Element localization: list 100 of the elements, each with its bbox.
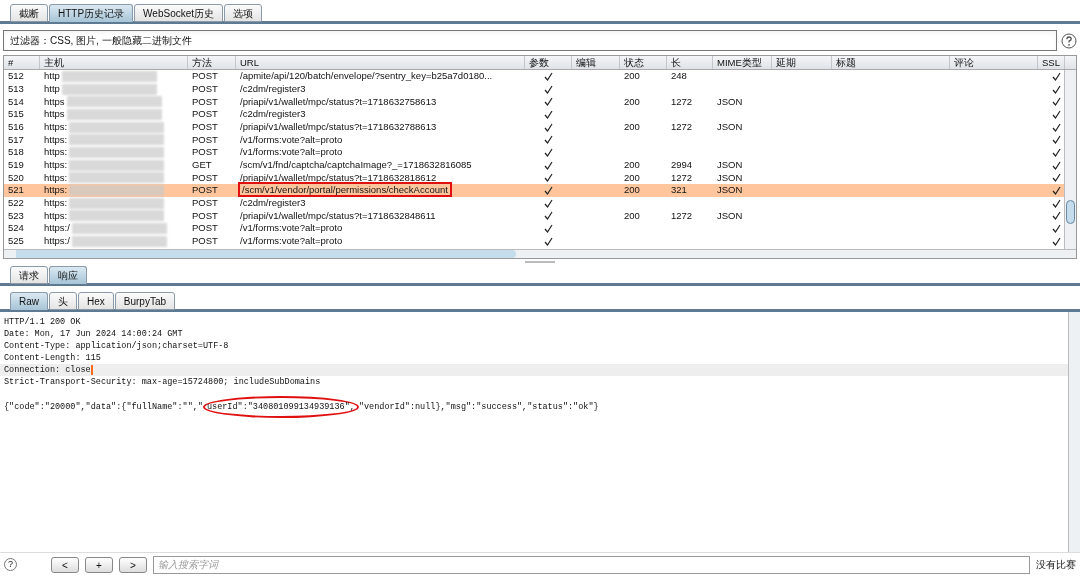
table-cell-text: 518	[7, 145, 25, 160]
table-cell-text: 521	[7, 183, 25, 198]
table-cell-text: 515	[7, 107, 25, 122]
table-cell-text: 516	[7, 119, 25, 134]
column-header[interactable]: #	[4, 56, 40, 69]
table-cell-text: JSON	[716, 119, 744, 134]
column-header[interactable]: 编辑	[572, 56, 620, 69]
nav-button[interactable]: +	[85, 556, 113, 573]
tab[interactable]: 响应	[49, 266, 87, 284]
table-cell: /scm/v1/vendor/portal/permissions/checkAccount	[238, 182, 452, 198]
table-cell-text: POST	[191, 94, 219, 109]
tab[interactable]: Hex	[78, 292, 114, 310]
table-cell-text: POST	[191, 107, 219, 122]
table-cell-text: 513	[7, 81, 25, 96]
splitter-handle[interactable]	[525, 261, 555, 263]
text-caret	[90, 364, 93, 375]
response-line: HTTP/1.1 200 OK	[4, 317, 81, 327]
filter-bar[interactable]: 过滤器：CSS, 图片, 一般隐藏二进制文件	[3, 30, 1057, 51]
scrollbar[interactable]	[1064, 70, 1076, 249]
table-cell: https:	[44, 158, 68, 173]
table-cell: https:/	[44, 221, 70, 236]
table-cell-text: 2994	[670, 158, 694, 173]
table-cell: https:/	[44, 234, 70, 249]
column-header[interactable]: 主机	[40, 56, 188, 69]
table-cell-text: 1272	[670, 119, 694, 134]
table-row[interactable]: 521 https: POST /scm/v1/vendor/portal/permissions/checkAccount 200 321 JSON	[4, 184, 1064, 197]
column-header[interactable]: 延期	[772, 56, 832, 69]
table-cell-text: /v1/forms:vote?alt=proto	[239, 222, 344, 234]
column-header[interactable]: 参数	[525, 56, 572, 69]
table-cell-text: 200	[623, 94, 641, 109]
column-header[interactable]: SSL	[1038, 56, 1065, 69]
column-header[interactable]: 方法	[188, 56, 236, 69]
table-cell-text: JSON	[716, 94, 744, 109]
tab[interactable]: 选项	[224, 4, 263, 22]
table-cell-text: /v1/forms:vote?alt=proto	[239, 146, 344, 158]
table-cell-text: 523	[7, 208, 25, 223]
table-cell-text: 525	[7, 234, 25, 249]
table-cell-text: /priapi/v1/wallet/mpc/status?t=1718632848611	[239, 209, 437, 221]
table-cell: https:	[44, 183, 68, 198]
table-cell-text: 512	[7, 70, 25, 84]
table-cell-text: /priapi/v1/wallet/mpc/status?t=1718632788613	[239, 120, 438, 132]
table-cell-text: 200	[623, 183, 641, 198]
tab[interactable]: 请求	[10, 266, 48, 284]
table-cell-text: 248	[670, 70, 688, 84]
tab[interactable]: BurpyTab	[114, 292, 176, 310]
table-cell-text: POST	[191, 170, 219, 185]
column-header[interactable]: 长	[667, 56, 713, 69]
table-cell-text: http	[44, 81, 60, 96]
tab[interactable]: Raw	[10, 292, 48, 310]
table-cell: https:	[44, 132, 68, 147]
table-cell-text: 522	[7, 196, 25, 211]
table-cell: https:	[44, 170, 68, 185]
table-cell-text: /priapi/v1/wallet/mpc/status?t=1718632818612	[239, 171, 438, 183]
table-cell-text: POST	[191, 81, 219, 96]
response-body: {"code":"20000","data":{"fullName":"","	[4, 401, 203, 413]
response-line: Connection: close	[4, 365, 91, 375]
table-cell-text: POST	[191, 221, 219, 236]
table-cell-text: JSON	[716, 158, 744, 173]
table-cell-text: 321	[670, 183, 688, 198]
table-cell-text: /scm/v1/fnd/captcha/captchaImage?_=1718632816085	[239, 159, 473, 171]
table-cell-text: JSON	[716, 170, 744, 185]
response-line: Content-Length: 115	[4, 353, 101, 363]
column-header[interactable]: 状态	[620, 56, 667, 69]
table-cell-text: POST	[191, 119, 219, 134]
column-header[interactable]: MIME类型	[713, 56, 772, 69]
response-line: Strict-Transport-Security: max-age=15724800; includeSubDomains	[4, 377, 321, 387]
tab[interactable]: HTTP历史记录	[49, 4, 134, 22]
table-cell-text: /priapi/v1/wallet/mpc/status?t=1718632758613	[239, 95, 438, 107]
column-header[interactable]: 标题	[832, 56, 950, 69]
table-cell-text: 514	[7, 94, 25, 109]
table-cell-text: /c2dm/register3	[239, 82, 307, 94]
table-cell-text: /v1/forms:vote?alt=proto	[239, 235, 344, 247]
tab[interactable]: WebSocket历史	[134, 4, 224, 22]
tab[interactable]: 截断	[10, 4, 48, 22]
circled-text: userId":"340801099134939136",	[202, 396, 359, 418]
table-cell-text: POST	[191, 145, 219, 160]
response-body: "vendorId":null},"msg":"success","status":"ok"}	[358, 401, 599, 413]
table-cell-text: 200	[623, 158, 641, 173]
table-cell: https:	[44, 145, 68, 160]
table-cell: http	[44, 70, 60, 84]
nav-button[interactable]: <	[51, 556, 79, 573]
column-header[interactable]: URL	[236, 56, 525, 69]
table-cell-text: POST	[191, 132, 219, 147]
table-cell: https:	[44, 196, 68, 211]
table-cell-text: POST	[191, 234, 219, 249]
table-cell-text: /c2dm/register3	[239, 197, 307, 209]
table-cell-text: 520	[7, 170, 25, 185]
help-icon[interactable]	[1061, 32, 1077, 49]
table-cell-text: JSON	[716, 183, 744, 198]
table-cell-text: https:	[44, 119, 68, 134]
tab[interactable]: 头	[49, 292, 77, 310]
table-cell: https	[44, 107, 65, 122]
table-cell-text: POST	[191, 183, 219, 198]
column-header[interactable]: 评论	[950, 56, 1038, 69]
table-cell-text: 524	[7, 221, 25, 236]
scrollbar[interactable]	[1068, 312, 1080, 552]
table-cell-text: 517	[7, 132, 25, 147]
search-field[interactable]: 输入搜索字词	[153, 555, 1030, 574]
horizontal-scrollbar[interactable]	[4, 249, 1076, 258]
nav-button[interactable]: >	[119, 556, 147, 573]
